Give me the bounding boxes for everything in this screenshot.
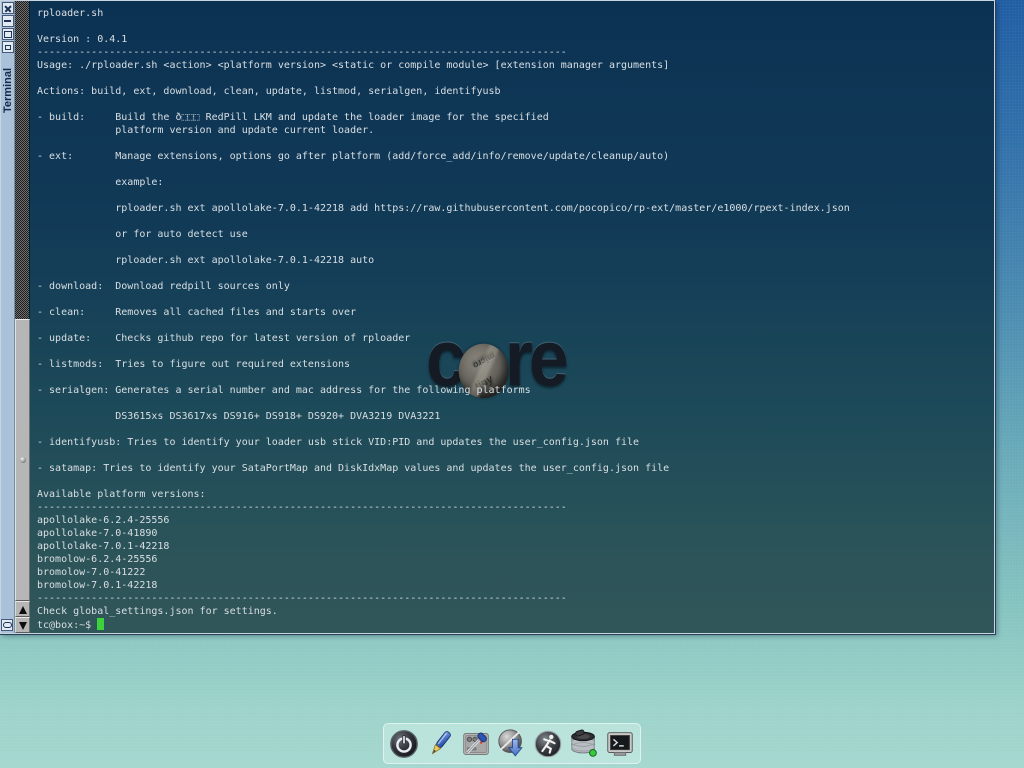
maximize-button[interactable]	[2, 28, 14, 40]
terminal-output: rploader.sh Version : 0.4.1 ------------…	[37, 7, 994, 618]
scrollbar[interactable]	[15, 1, 30, 633]
run-icon	[532, 728, 564, 760]
terminal-screen[interactable]: c tiny micro re rploader.sh Version : 0.…	[30, 1, 994, 633]
apps-download-icon	[496, 728, 528, 760]
dock-item-mount[interactable]	[567, 727, 601, 761]
dock	[383, 723, 641, 764]
text-cursor	[97, 618, 104, 630]
scroll-down-button[interactable]	[15, 617, 30, 633]
restore-icon	[5, 45, 11, 50]
dock-item-background[interactable]	[423, 727, 457, 761]
scroll-up-button[interactable]	[15, 601, 30, 617]
scrollbar-arrows	[15, 601, 30, 633]
window-titlebar[interactable]: Terminal	[1, 1, 15, 633]
dock-item-terminal[interactable]	[603, 727, 637, 761]
arrow-up-icon	[19, 606, 27, 614]
scrollbar-thumb[interactable]	[15, 319, 30, 601]
dock-item-apps[interactable]	[495, 727, 529, 761]
shell-prompt: tc@box:~$	[37, 620, 91, 631]
close-button[interactable]	[2, 2, 14, 14]
terminal-icon	[604, 728, 636, 760]
dock-item-exit[interactable]	[387, 727, 421, 761]
terminal-window: Terminal c tiny	[0, 0, 995, 634]
minimize-icon	[4, 20, 11, 22]
maximize-icon	[4, 31, 12, 38]
desktop: Terminal c tiny	[0, 0, 1024, 768]
power-icon	[388, 728, 420, 760]
scrollbar-dimple	[20, 457, 26, 463]
control-panel-icon	[460, 728, 492, 760]
dock-item-control-panel[interactable]	[459, 727, 493, 761]
window-title: Terminal	[2, 68, 14, 113]
shade-button[interactable]	[2, 15, 14, 27]
restore-button[interactable]	[2, 41, 14, 53]
prompt-line: tc@box:~$	[37, 618, 994, 632]
iconify-icon	[3, 622, 12, 628]
dock-item-run[interactable]	[531, 727, 565, 761]
iconify-button[interactable]	[1, 619, 13, 631]
arrow-down-icon	[19, 622, 27, 630]
paint-pen-icon	[424, 728, 456, 760]
mount-drive-icon	[568, 728, 600, 760]
close-icon	[3, 3, 13, 13]
